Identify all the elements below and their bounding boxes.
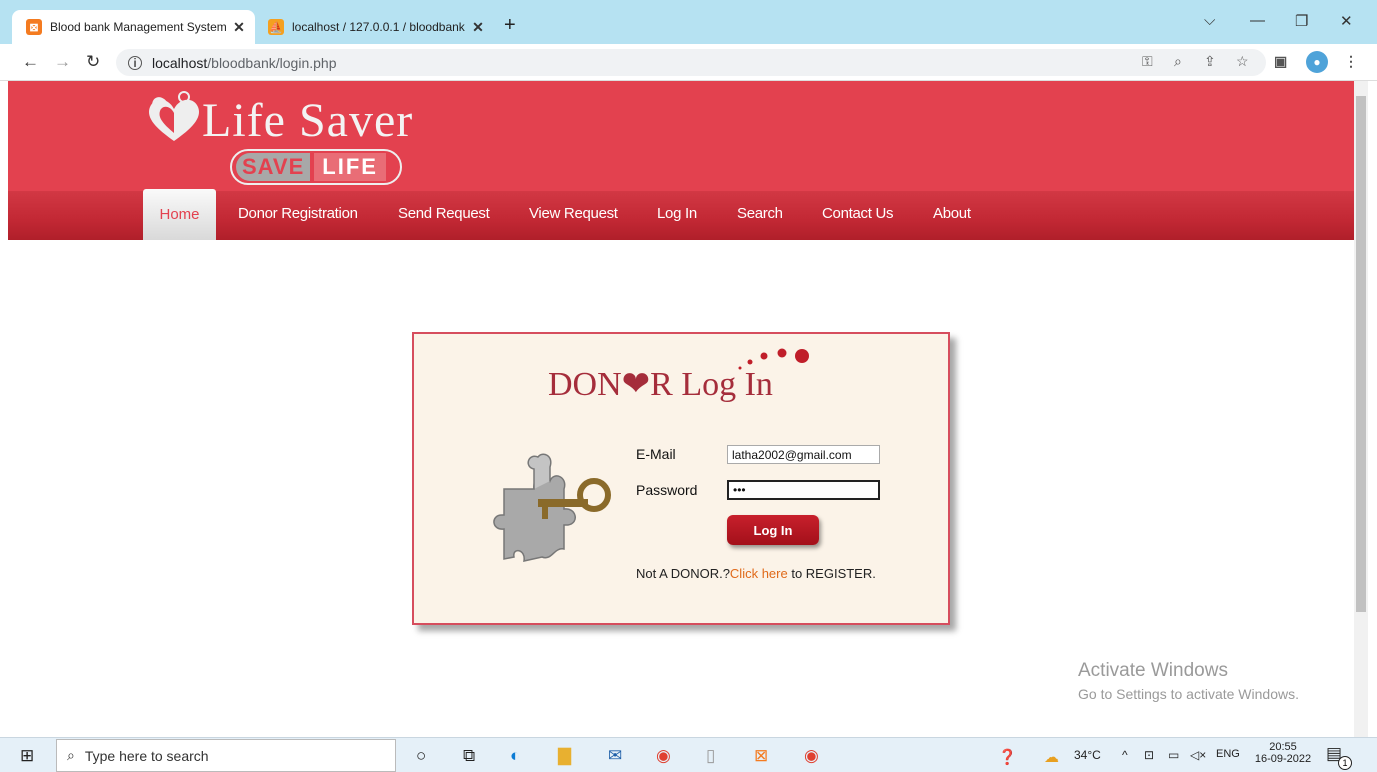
browser-tab-bar: ⊠ Blood bank Management System ✕ ⛵ local… bbox=[0, 0, 1377, 44]
password-label: Password bbox=[636, 482, 698, 498]
password-field[interactable] bbox=[727, 480, 880, 500]
new-tab-button[interactable]: + bbox=[504, 14, 516, 37]
register-link[interactable]: Click here bbox=[730, 566, 788, 581]
notepad-icon[interactable]: ▯ bbox=[706, 746, 715, 766]
tab-blood-bank[interactable]: ⊠ Blood bank Management System ✕ bbox=[12, 10, 255, 44]
clock-time: 20:55 bbox=[1269, 741, 1297, 753]
notification-count: 1 bbox=[1338, 756, 1352, 770]
url-path: /bloodbank/login.php bbox=[207, 54, 337, 71]
nav-donor-registration[interactable]: Donor Registration bbox=[238, 205, 358, 222]
reload-icon[interactable]: ↻ bbox=[86, 52, 100, 72]
nav-about[interactable]: About bbox=[933, 205, 971, 222]
language-indicator[interactable]: ENG bbox=[1216, 748, 1240, 760]
site-header: Life Saver SAVE LIFE bbox=[8, 81, 1354, 191]
login-title: DON❤R Log In bbox=[548, 366, 773, 403]
register-suffix: to REGISTER. bbox=[787, 566, 876, 581]
badge-life-text: LIFE bbox=[314, 153, 386, 181]
hearts-logo-icon bbox=[149, 91, 199, 141]
volume-muted-icon[interactable]: ◁× bbox=[1190, 748, 1206, 762]
nav-log-in[interactable]: Log In bbox=[657, 205, 697, 222]
taskbar-search-placeholder: Type here to search bbox=[84, 747, 209, 764]
task-view-icon[interactable]: ⧉ bbox=[463, 746, 475, 766]
windows-start-icon[interactable]: ⊞ bbox=[20, 746, 34, 766]
scrollbar-thumb[interactable] bbox=[1356, 96, 1366, 612]
tab-title: Blood bank Management System bbox=[50, 20, 227, 34]
site-nav: Home Donor Registration Send Request Vie… bbox=[8, 189, 1354, 240]
log-in-button[interactable]: Log In bbox=[727, 515, 819, 545]
email-field[interactable] bbox=[727, 445, 880, 464]
badge-save-text: SAVE bbox=[236, 153, 311, 181]
restore-icon[interactable]: ❐ bbox=[1295, 12, 1308, 30]
info-icon[interactable]: i bbox=[128, 55, 142, 70]
chrome-profile-icon[interactable]: ◉ bbox=[804, 746, 819, 766]
forward-icon[interactable]: → bbox=[54, 52, 71, 72]
side-panel-icon[interactable]: ▣ bbox=[1274, 53, 1287, 70]
profile-avatar-icon[interactable]: ● bbox=[1306, 51, 1328, 73]
activate-windows-watermark: Activate Windows Go to Settings to activ… bbox=[1078, 660, 1299, 702]
xampp-favicon-icon: ⊠ bbox=[26, 19, 42, 35]
clock[interactable]: 20:55 16-09-2022 bbox=[1252, 741, 1314, 765]
minimize-icon[interactable]: — bbox=[1250, 12, 1265, 29]
register-prefix: Not A DONOR.? bbox=[636, 566, 730, 581]
menu-kebab-icon[interactable]: ⋮ bbox=[1344, 53, 1358, 70]
zoom-icon[interactable]: ⌕ bbox=[1174, 53, 1182, 70]
share-icon[interactable]: ⇪ bbox=[1204, 53, 1216, 70]
nav-contact-us[interactable]: Contact Us bbox=[822, 205, 894, 222]
file-explorer-icon[interactable]: ▇ bbox=[558, 746, 571, 766]
tab-search-icon[interactable]: ⌵ bbox=[1204, 12, 1215, 29]
edge-icon[interactable]: ◐ bbox=[510, 746, 520, 766]
close-window-icon[interactable]: ✕ bbox=[1340, 12, 1353, 30]
nav-search[interactable]: Search bbox=[737, 205, 783, 222]
help-icon[interactable]: ❓ bbox=[998, 748, 1017, 766]
xampp-icon[interactable]: ⊠ bbox=[754, 746, 768, 766]
nav-view-request[interactable]: View Request bbox=[529, 205, 618, 222]
nav-send-request[interactable]: Send Request bbox=[398, 205, 490, 222]
clock-date: 16-09-2022 bbox=[1254, 753, 1312, 765]
url-host: localhost bbox=[152, 54, 208, 71]
email-label: E-Mail bbox=[636, 446, 676, 462]
windows-taskbar: ⊞ ⌕ Type here to search ○ ⧉ ◐ ▇ ✉ ◉ ▯ ⊠ … bbox=[0, 737, 1377, 772]
nav-home[interactable]: Home bbox=[143, 189, 216, 240]
tab-title: localhost / 127.0.0.1 / bloodbank bbox=[292, 20, 465, 34]
chrome-icon[interactable]: ◉ bbox=[656, 746, 671, 766]
key-icon[interactable]: ⚿ bbox=[1142, 53, 1153, 70]
weather-temp[interactable]: 34°C bbox=[1074, 748, 1101, 762]
phpmyadmin-favicon-icon: ⛵ bbox=[268, 19, 284, 35]
tray-overflow-icon[interactable]: ^ bbox=[1122, 748, 1128, 762]
network-icon[interactable]: ⊡ bbox=[1144, 748, 1154, 762]
puzzle-key-icon bbox=[493, 453, 611, 562]
mail-icon[interactable]: ✉ bbox=[608, 746, 622, 766]
donor-login-panel: DON❤R Log In E-Mail Password Log In Not … bbox=[412, 332, 950, 625]
save-life-badge: SAVE LIFE bbox=[230, 149, 402, 185]
address-bar-row: ← → ↻ i localhost/bloodbank/login.php ⚿ … bbox=[0, 44, 1377, 81]
url-field[interactable]: i localhost/bloodbank/login.php bbox=[116, 49, 1266, 76]
taskbar-search-input[interactable]: ⌕ Type here to search bbox=[56, 739, 396, 772]
site-logo-title: Life Saver bbox=[202, 94, 414, 147]
close-tab-icon[interactable]: ✕ bbox=[470, 19, 486, 36]
search-icon: ⌕ bbox=[67, 747, 75, 763]
back-icon[interactable]: ← bbox=[22, 52, 39, 72]
register-prompt: Not A DONOR.?Click here to REGISTER. bbox=[636, 566, 876, 581]
tab-phpmyadmin[interactable]: ⛵ localhost / 127.0.0.1 / bloodbank ✕ bbox=[262, 10, 494, 44]
bookmark-star-icon[interactable]: ☆ bbox=[1236, 53, 1249, 70]
weather-icon[interactable]: ☁ bbox=[1044, 748, 1059, 766]
watermark-line-2: Go to Settings to activate Windows. bbox=[1078, 686, 1299, 702]
cortana-icon[interactable]: ○ bbox=[416, 746, 426, 766]
close-tab-icon[interactable]: ✕ bbox=[231, 19, 247, 36]
watermark-line-1: Activate Windows bbox=[1078, 660, 1228, 681]
web-page: Life Saver SAVE LIFE Home Donor Registra… bbox=[8, 81, 1354, 737]
battery-icon[interactable]: ▭ bbox=[1168, 748, 1179, 762]
